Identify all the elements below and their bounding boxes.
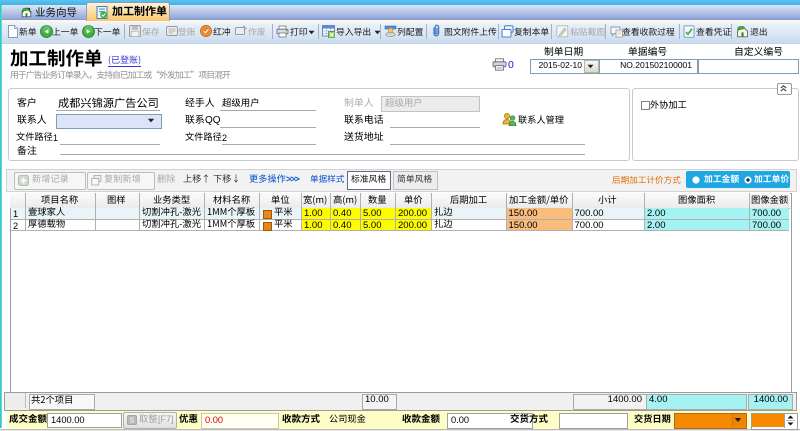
svg-text:S: S bbox=[130, 417, 135, 424]
